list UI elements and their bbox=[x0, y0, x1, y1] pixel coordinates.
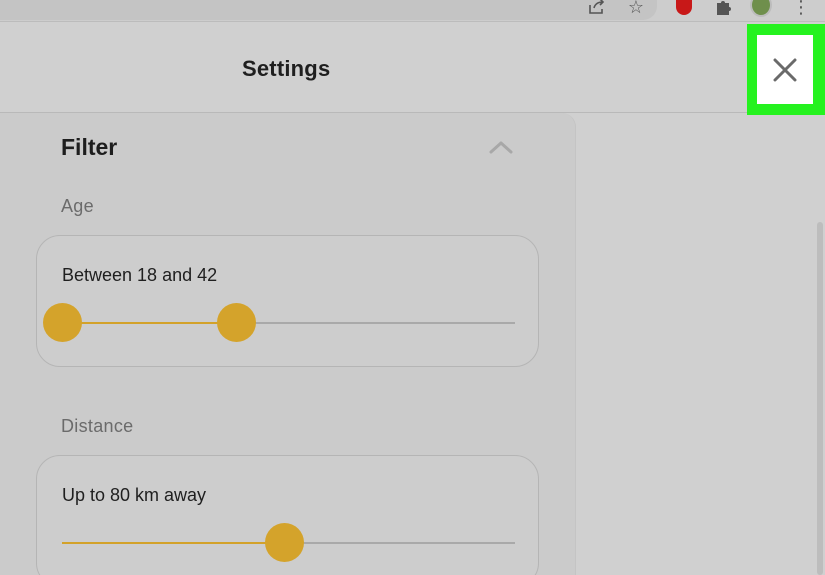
profile-avatar[interactable] bbox=[750, 0, 772, 18]
age-slider-fill bbox=[62, 322, 237, 324]
filter-title: Filter bbox=[61, 134, 118, 160]
share-icon[interactable] bbox=[586, 0, 608, 18]
page-title: Settings bbox=[242, 56, 331, 81]
shield-extension-icon[interactable] bbox=[673, 0, 695, 18]
settings-header: Settings bbox=[0, 27, 825, 113]
menu-dots-icon[interactable]: ⋮ bbox=[790, 0, 812, 18]
close-button-highlight bbox=[747, 24, 825, 115]
age-slider-max-thumb[interactable] bbox=[217, 303, 257, 342]
distance-slider-track[interactable] bbox=[62, 523, 515, 562]
age-slider-track[interactable] bbox=[43, 303, 515, 342]
browser-toolbar: ☆ ⋮ bbox=[0, 0, 825, 22]
distance-card: Up to 80 km away bbox=[36, 455, 539, 575]
age-slider-min-thumb[interactable] bbox=[43, 303, 82, 342]
close-button[interactable] bbox=[757, 35, 813, 104]
age-summary: Between 18 and 42 bbox=[62, 265, 218, 285]
distance-section-label: Distance bbox=[61, 416, 134, 436]
filter-panel: Filter Age Between 18 and 42 Distance Up… bbox=[0, 113, 576, 575]
distance-summary: Up to 80 km away bbox=[62, 485, 207, 505]
chevron-up-icon[interactable] bbox=[489, 140, 513, 154]
star-icon[interactable]: ☆ bbox=[625, 0, 647, 18]
close-icon bbox=[773, 58, 797, 81]
distance-slider-thumb[interactable] bbox=[264, 523, 304, 562]
age-section-label: Age bbox=[61, 196, 94, 216]
address-bar[interactable] bbox=[0, 0, 657, 20]
distance-slider-fill bbox=[62, 542, 284, 544]
page-scrollbar[interactable] bbox=[817, 222, 823, 575]
age-card: Between 18 and 42 bbox=[36, 235, 539, 367]
puzzle-extensions-icon[interactable] bbox=[712, 0, 734, 18]
